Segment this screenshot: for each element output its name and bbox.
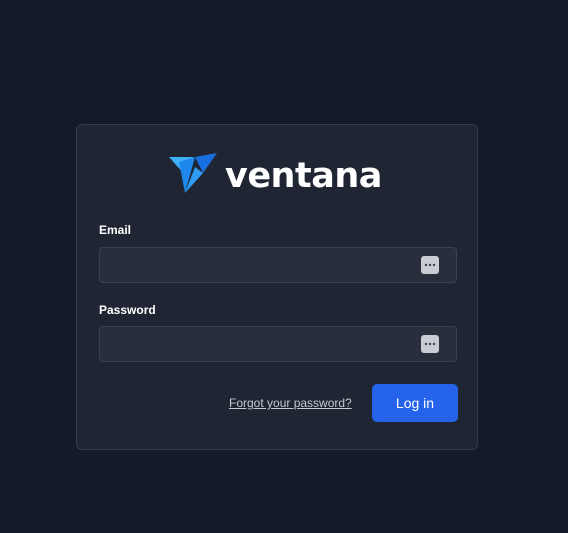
brand-logo: ventana bbox=[169, 153, 382, 199]
email-field-wrapper bbox=[99, 247, 457, 283]
password-field[interactable] bbox=[100, 327, 456, 361]
login-card: ventana Email Password Forgot your passw… bbox=[76, 124, 478, 450]
password-label: Password bbox=[99, 303, 156, 317]
ventana-logo-icon bbox=[169, 153, 217, 193]
password-manager-icon[interactable] bbox=[421, 335, 439, 353]
password-field-wrapper bbox=[99, 326, 457, 362]
email-field[interactable] bbox=[100, 248, 456, 282]
login-button[interactable]: Log in bbox=[372, 384, 458, 422]
forgot-password-link[interactable]: Forgot your password? bbox=[229, 396, 352, 410]
brand-name: ventana bbox=[225, 156, 382, 196]
email-label: Email bbox=[99, 223, 132, 237]
password-manager-icon[interactable] bbox=[421, 256, 439, 274]
